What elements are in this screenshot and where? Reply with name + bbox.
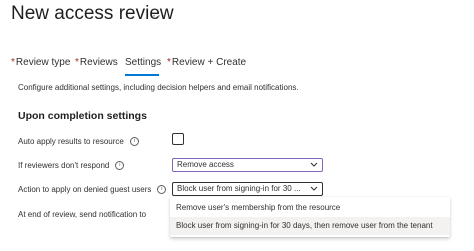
info-icon[interactable]: i — [115, 161, 125, 170]
active-tab-indicator — [125, 74, 159, 76]
tab-reviews[interactable]: *Reviews — [75, 57, 118, 68]
option-remove-membership[interactable]: Remove user's membership from the resour… — [170, 199, 450, 217]
more-options-icon[interactable]: ··· — [152, 8, 167, 22]
tab-label: Review type — [15, 57, 71, 68]
section-title: Upon completion settings — [18, 110, 147, 122]
denied-guest-label: Action to apply on denied guest users i — [18, 185, 167, 194]
chevron-down-icon — [310, 162, 318, 167]
tab-label: Reviews — [79, 57, 118, 68]
info-icon[interactable]: i — [157, 185, 167, 194]
no-response-label: If reviewers don't respond i — [18, 161, 125, 170]
tab-review-create[interactable]: *Review + Create — [167, 57, 246, 68]
dropdown-value: Remove access — [177, 160, 234, 169]
denied-guest-dropdown[interactable]: Block user from signing-in for 30 ... — [172, 182, 323, 196]
notification-label: At end of review, send notification to — [18, 210, 147, 219]
required-marker: * — [167, 57, 171, 68]
auto-apply-label: Auto apply results to resource i — [18, 137, 139, 146]
dropdown-value: Block user from signing-in for 30 ... — [177, 184, 301, 193]
page-title: New access review — [11, 3, 174, 24]
required-marker: * — [75, 57, 79, 68]
tab-settings[interactable]: Settings — [125, 57, 161, 68]
chevron-down-icon — [310, 186, 318, 191]
option-block-signin[interactable]: Block user from signing-in for 30 days, … — [170, 217, 450, 235]
settings-description: Configure additional settings, including… — [18, 83, 299, 92]
denied-guest-options-menu: Remove user's membership from the resour… — [170, 197, 450, 237]
required-marker: * — [11, 57, 15, 68]
auto-apply-checkbox[interactable] — [172, 133, 184, 145]
tab-review-type[interactable]: *Review type — [11, 57, 70, 68]
info-icon[interactable]: i — [129, 137, 139, 146]
tab-label: Review + Create — [171, 57, 247, 68]
tab-label: Settings — [125, 57, 162, 68]
no-response-dropdown[interactable]: Remove access — [172, 158, 323, 172]
